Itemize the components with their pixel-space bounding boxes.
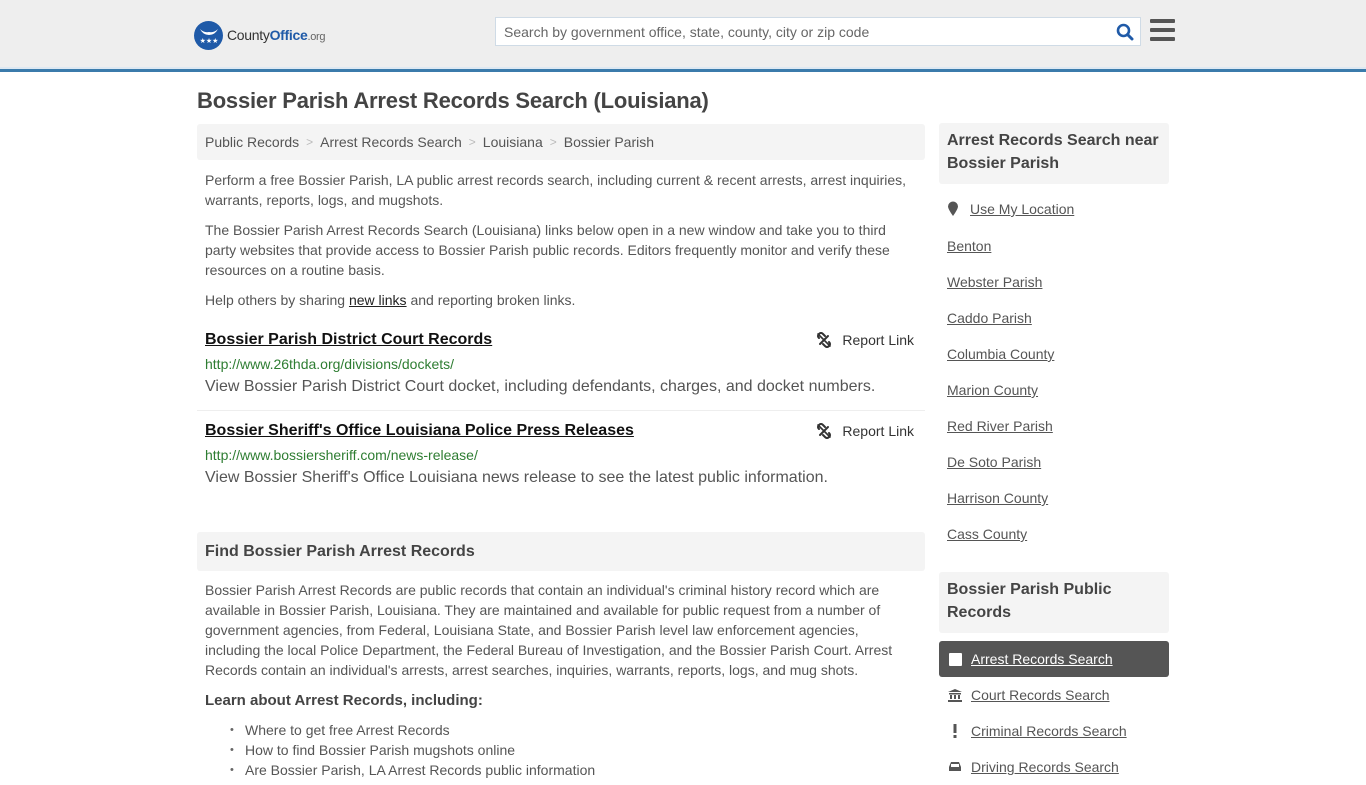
logo-text: CountyOffice.org [227, 27, 326, 43]
broken-link-icon [817, 332, 832, 348]
search-icon [1116, 23, 1134, 40]
sidebar-item-label[interactable]: Arrest Records Search [971, 651, 1113, 667]
intro-paragraph-1: Perform a free Bossier Parish, LA public… [205, 172, 907, 208]
result-divider [197, 410, 925, 411]
new-links-link[interactable]: new links [349, 292, 407, 308]
nearby-link-columbia-county[interactable]: Columbia County [947, 346, 1054, 362]
public-records-heading: Bossier Parish Public Records [939, 572, 1169, 633]
nearby-link-red-river-parish[interactable]: Red River Parish [947, 418, 1053, 434]
nearby-link-marion-county[interactable]: Marion County [947, 382, 1038, 398]
result-description: View Bossier Sheriff's Office Louisiana … [205, 469, 828, 486]
learn-list-item: Are Bossier Parish, LA Arrest Records pu… [230, 760, 595, 780]
breadcrumb-separator: > [306, 135, 314, 149]
breadcrumb-separator: > [468, 135, 476, 149]
logo-text-county: County [227, 27, 270, 43]
logo-text-tld: .org [307, 31, 326, 43]
map-marker-icon [948, 201, 958, 216]
learn-list-item: Where to get free Arrest Records [230, 720, 595, 740]
find-records-heading: Find Bossier Parish Arrest Records [197, 532, 925, 571]
use-my-location-link[interactable]: Use My Location [970, 201, 1074, 217]
broken-link-icon [817, 423, 832, 439]
breadcrumb-separator: > [549, 135, 557, 149]
menu-bar [1150, 37, 1175, 41]
eagle-stars-logo-icon: ★★★ [194, 20, 223, 50]
nearby-link-harrison-county[interactable]: Harrison County [947, 490, 1048, 506]
breadcrumb-arrest-records-search[interactable]: Arrest Records Search [320, 134, 462, 150]
sidebar-item-label[interactable]: Criminal Records Search [971, 723, 1127, 739]
report-link-label: Report Link [842, 332, 914, 348]
report-link-label: Report Link [842, 423, 914, 439]
exclamation-icon [948, 724, 962, 738]
courthouse-icon [948, 688, 962, 702]
square-icon [948, 652, 962, 666]
sidebar-item-driving-records[interactable]: Driving Records Search [939, 749, 1169, 785]
search-button[interactable] [1110, 18, 1140, 45]
breadcrumb-louisiana[interactable]: Louisiana [483, 134, 543, 150]
intro-paragraph-3: Help others by sharing new links and rep… [205, 290, 917, 310]
use-my-location[interactable]: Use My Location [947, 201, 1074, 217]
menu-bar [1150, 19, 1175, 23]
sidebar-item-arrest-records[interactable]: Arrest Records Search [939, 641, 1169, 677]
hamburger-menu-icon[interactable] [1150, 19, 1175, 41]
result-description: View Bossier Parish District Court docke… [205, 378, 876, 395]
sidebar-item-label[interactable]: Driving Records Search [971, 759, 1119, 775]
learn-list: Where to get free Arrest Records How to … [230, 720, 595, 780]
breadcrumb: Public Records > Arrest Records Search >… [197, 124, 925, 160]
nearby-link-caddo-parish[interactable]: Caddo Parish [947, 310, 1032, 326]
sidebar-item-criminal-records[interactable]: Criminal Records Search [939, 713, 1169, 749]
logo-text-office: Office [269, 27, 308, 43]
svg-text:★★★: ★★★ [199, 37, 218, 45]
car-icon [948, 760, 962, 774]
nearby-heading: Arrest Records Search near Bossier Paris… [939, 123, 1169, 184]
site-header: ★★★ CountyOffice.org [0, 0, 1366, 72]
search-input[interactable] [496, 18, 1110, 45]
menu-bar [1150, 28, 1175, 32]
site-logo[interactable]: ★★★ CountyOffice.org [194, 20, 326, 50]
intro-text: and reporting broken links. [406, 292, 576, 308]
intro-paragraph-2: The Bossier Parish Arrest Records Search… [205, 222, 890, 278]
result-title-link[interactable]: Bossier Parish District Court Records [205, 331, 492, 349]
find-records-body: Bossier Parish Arrest Records are public… [205, 582, 893, 678]
nearby-link-cass-county[interactable]: Cass County [947, 526, 1027, 542]
result-url[interactable]: http://www.26thda.org/divisions/dockets/ [205, 356, 454, 372]
sidebar-item-label[interactable]: Court Records Search [971, 687, 1110, 703]
report-link-button[interactable]: Report Link [816, 423, 914, 439]
learn-heading: Learn about Arrest Records, including: [205, 692, 483, 709]
nearby-link-benton[interactable]: Benton [947, 238, 991, 254]
page-title: Bossier Parish Arrest Records Search (Lo… [197, 88, 709, 113]
learn-list-item: How to find Bossier Parish mugshots onli… [230, 740, 595, 760]
nearby-link-webster-parish[interactable]: Webster Parish [947, 274, 1042, 290]
intro-text: Help others by sharing [205, 292, 349, 308]
result-title-link[interactable]: Bossier Sheriff's Office Louisiana Polic… [205, 422, 634, 440]
breadcrumb-public-records[interactable]: Public Records [205, 134, 299, 150]
result-url[interactable]: http://www.bossiersheriff.com/news-relea… [205, 447, 478, 463]
sidebar-item-court-records[interactable]: Court Records Search [939, 677, 1169, 713]
nearby-link-de-soto-parish[interactable]: De Soto Parish [947, 454, 1041, 470]
breadcrumb-bossier-parish[interactable]: Bossier Parish [564, 134, 654, 150]
report-link-button[interactable]: Report Link [816, 332, 914, 348]
search-box [495, 17, 1141, 46]
